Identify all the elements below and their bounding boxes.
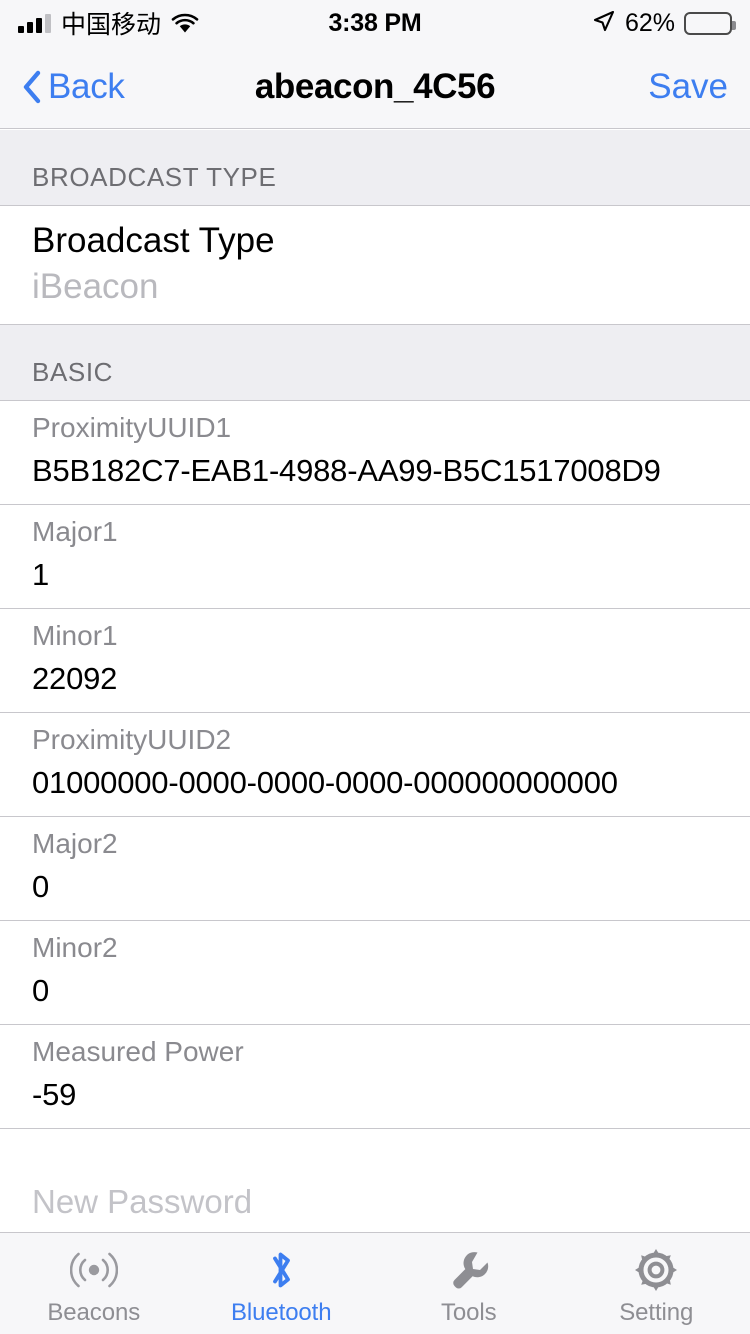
- broadcast-type-value: iBeacon: [32, 267, 159, 307]
- location-arrow-icon: [592, 9, 616, 38]
- field-label: Major2: [32, 828, 118, 860]
- broadcast-type-label: Broadcast Type: [32, 221, 275, 260]
- field-value[interactable]: 0: [32, 865, 718, 910]
- tab-beacons[interactable]: Beacons: [0, 1233, 188, 1334]
- tab-label: Tools: [440, 1298, 497, 1326]
- field-value[interactable]: -59: [32, 1073, 718, 1118]
- field-value[interactable]: 22092: [32, 657, 718, 702]
- field-label: Minor2: [32, 932, 118, 964]
- tab-label: Bluetooth: [230, 1298, 332, 1326]
- settings-list[interactable]: BROADCAST TYPE Broadcast Type iBeacon BA…: [0, 130, 750, 1232]
- status-bar: 中国移动 3:38 PM 62%: [0, 0, 750, 46]
- field-value[interactable]: 0: [32, 969, 718, 1014]
- app-screen: 中国移动 3:38 PM 62% Back abeacon_4C56 Save …: [0, 0, 750, 1334]
- field-label: Major1: [32, 516, 118, 548]
- tab-bluetooth[interactable]: Bluetooth: [188, 1233, 376, 1334]
- field-minor2[interactable]: Minor2 0: [0, 921, 750, 1025]
- battery-icon: [684, 11, 736, 35]
- field-minor1[interactable]: Minor1 22092: [0, 609, 750, 714]
- tab-label: Beacons: [47, 1298, 141, 1326]
- field-label: Minor1: [32, 620, 118, 652]
- field-major1[interactable]: Major1 1: [0, 505, 750, 610]
- wrench-icon: [447, 1247, 491, 1293]
- tab-setting[interactable]: Setting: [563, 1233, 750, 1334]
- broadcast-icon: [69, 1247, 118, 1293]
- back-button[interactable]: Back: [22, 67, 125, 107]
- status-bar-right: 62%: [375, 8, 736, 38]
- chevron-left-icon: [22, 70, 42, 104]
- section-header-basic: BASIC: [0, 325, 750, 402]
- tab-tools[interactable]: Tools: [375, 1233, 563, 1334]
- tab-bar: Beacons Bluetooth Tools Setting: [0, 1232, 750, 1334]
- field-label: ProximityUUID2: [32, 724, 232, 756]
- field-value[interactable]: B5B182C7-EAB1-4988-AA99-B5C1517008D9: [32, 449, 718, 494]
- save-button[interactable]: Save: [648, 67, 728, 107]
- navigation-bar: Back abeacon_4C56 Save: [0, 46, 750, 129]
- section-header-broadcast-type: BROADCAST TYPE: [0, 130, 750, 206]
- back-button-label: Back: [48, 67, 125, 106]
- battery-percent-label: 62%: [624, 8, 675, 37]
- new-password-placeholder: New Password: [32, 1182, 253, 1220]
- field-label: Measured Power: [32, 1036, 244, 1067]
- broadcast-type-row[interactable]: Broadcast Type iBeacon: [0, 206, 750, 326]
- field-proximity-uuid1[interactable]: ProximityUUID1 B5B182C7-EAB1-4988-AA99-B…: [0, 401, 750, 506]
- bluetooth-icon: [261, 1247, 301, 1293]
- field-proximity-uuid2[interactable]: ProximityUUID2 01000000-0000-0000-0000-0…: [0, 713, 750, 818]
- list-spacer: [0, 1128, 750, 1163]
- field-value[interactable]: 1: [32, 553, 718, 598]
- gear-icon: [633, 1247, 679, 1293]
- tab-label: Setting: [619, 1298, 694, 1326]
- field-measured-power[interactable]: Measured Power -59: [0, 1025, 750, 1129]
- new-password-input[interactable]: New Password: [0, 1162, 750, 1232]
- field-major2[interactable]: Major2 0: [0, 817, 750, 922]
- field-label: ProximityUUID1: [32, 412, 232, 444]
- field-value[interactable]: 01000000-0000-0000-0000-000000000000: [32, 761, 718, 806]
